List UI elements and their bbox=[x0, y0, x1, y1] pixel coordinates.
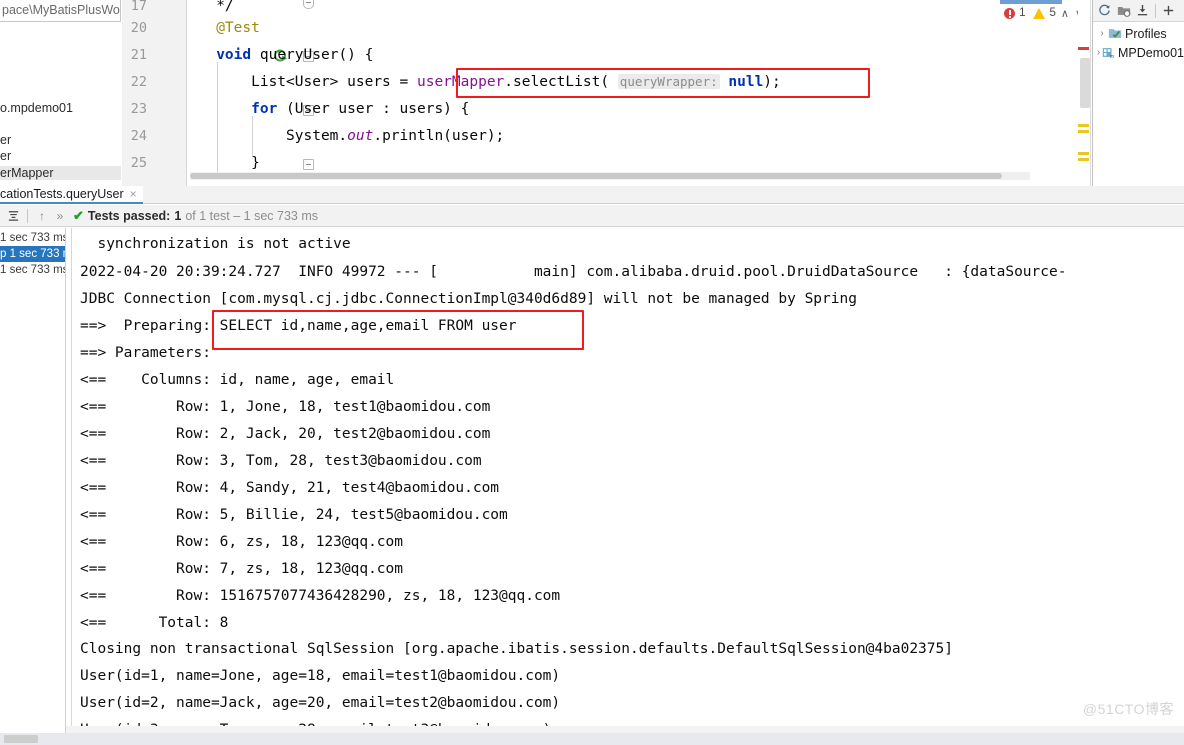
profiles-icon bbox=[1108, 27, 1122, 40]
test-tree-row[interactable]: 1 sec 733 ms bbox=[0, 262, 65, 278]
stripe-divider bbox=[1090, 0, 1091, 186]
refresh-icon[interactable] bbox=[1096, 2, 1113, 19]
console-line: <== Row: 2, Jack, 20, test2@baomidou.com bbox=[80, 426, 491, 442]
console-line: <== Row: 6, zs, 18, 123@qq.com bbox=[80, 534, 404, 550]
gutter-divider bbox=[186, 0, 187, 186]
status-bar bbox=[0, 733, 1184, 745]
code-line: @Test bbox=[216, 20, 260, 36]
project-tree-strip[interactable]: pace\MyBatisPlusWorkspa o.mpdemo01 er er er… bbox=[0, 0, 122, 186]
code-line: } bbox=[190, 155, 260, 171]
scrollbar-thumb[interactable] bbox=[190, 173, 1002, 179]
code-line: for (User user : users) { bbox=[251, 101, 470, 117]
console-horizontal-scrollbar[interactable] bbox=[66, 726, 1184, 733]
stripe-warning-mark[interactable] bbox=[1078, 158, 1089, 161]
test-tree-row[interactable]: p 1 sec 733 ms bbox=[0, 246, 65, 262]
test-status-detail: of 1 test – 1 sec 733 ms bbox=[185, 208, 319, 223]
console-line: 2022-04-20 20:39:24.727 INFO 49972 --- [… bbox=[80, 264, 1067, 280]
console-line: <== Row: 1516757077436428290, zs, 18, 12… bbox=[80, 588, 561, 604]
toolbar-divider bbox=[1155, 3, 1156, 18]
test-tree-row[interactable]: 1 sec 733 ms bbox=[0, 230, 65, 246]
maven-tree-label: MPDemo01 bbox=[1118, 45, 1184, 60]
project-path-tooltip: pace\MyBatisPlusWorkspa bbox=[0, 0, 121, 22]
test-status: ✔ Tests passed: 1 of 1 test – 1 sec 733 … bbox=[73, 208, 318, 224]
stripe-error-mark[interactable] bbox=[1078, 47, 1089, 50]
console-line: User(id=1, name=Jone, age=18, email=test… bbox=[80, 668, 561, 684]
code-line: */ bbox=[216, 0, 234, 14]
stripe-warning-mark[interactable] bbox=[1078, 130, 1089, 133]
line-number: 23 bbox=[130, 101, 147, 117]
warning-icon bbox=[1033, 7, 1046, 19]
add-icon[interactable] bbox=[1160, 2, 1177, 19]
svg-text:m: m bbox=[1110, 54, 1115, 59]
test-status-label: Tests passed: bbox=[87, 208, 171, 223]
test-results-tree[interactable]: 1 sec 733 msp 1 sec 733 ms1 sec 733 ms bbox=[0, 228, 66, 745]
console-line: <== Row: 4, Sandy, 21, test4@baomidou.co… bbox=[80, 480, 500, 496]
console-line: <== Row: 7, zs, 18, 123@qq.com bbox=[80, 561, 404, 577]
console-line: User(id=2, name=Jack, age=20, email=test… bbox=[80, 695, 561, 711]
console-line: Closing non transactional SqlSession [or… bbox=[80, 641, 953, 657]
more-options-icon[interactable]: » bbox=[51, 207, 69, 225]
maven-module-icon: m bbox=[1101, 46, 1115, 59]
maven-tool-window: › Profiles › m MPDemo01 bbox=[1092, 0, 1184, 186]
code-line: System.out.println(user); bbox=[190, 128, 505, 144]
project-tree-item[interactable]: er bbox=[0, 149, 121, 163]
console-output[interactable]: synchronization is not active 2022-04-20 … bbox=[66, 228, 1184, 733]
project-tree-item[interactable]: o.mpdemo01 bbox=[0, 101, 121, 115]
console-left-rule bbox=[71, 228, 72, 733]
line-number: 25 bbox=[130, 155, 147, 171]
run-tab-bar: cationTests.queryUser × bbox=[0, 186, 1184, 204]
toolbar-divider bbox=[27, 208, 28, 223]
line-number: 17 bbox=[130, 0, 147, 14]
stripe-warning-mark[interactable] bbox=[1078, 124, 1089, 127]
console-line: ==> Preparing: SELECT id,name,age,email … bbox=[80, 318, 517, 334]
code-line: List<User> users = userMapper.selectList… bbox=[190, 74, 781, 90]
prev-problem-icon[interactable]: ∧ bbox=[1060, 7, 1070, 20]
folder-sync-icon[interactable] bbox=[1115, 2, 1132, 19]
line-number: 21 bbox=[130, 47, 147, 63]
maven-tree-node[interactable]: › m MPDemo01 bbox=[1093, 43, 1184, 62]
status-bar-chip bbox=[4, 735, 38, 743]
error-count: 1 bbox=[1019, 7, 1026, 19]
ide-window: pace\MyBatisPlusWorkspa o.mpdemo01 er er er… bbox=[0, 0, 1184, 745]
maven-toolbar bbox=[1093, 0, 1184, 22]
console-line: <== Row: 5, Billie, 24, test5@baomidou.c… bbox=[80, 507, 508, 523]
console-line: JDBC Connection [com.mysql.cj.jdbc.Conne… bbox=[80, 291, 857, 307]
maven-project-tree[interactable]: › Profiles › m MPDemo01 bbox=[1093, 24, 1184, 62]
editor-gutter[interactable]: 17 20 21 22 23 24 25 bbox=[122, 0, 314, 186]
line-number: 24 bbox=[130, 128, 147, 144]
scroll-up-icon[interactable]: ↑ bbox=[33, 207, 51, 225]
console-line: ==> Parameters: bbox=[80, 345, 211, 361]
project-tree-item[interactable]: erMapper bbox=[0, 166, 121, 180]
console-line: <== Columns: id, name, age, email bbox=[80, 372, 395, 388]
stripe-warning-mark[interactable] bbox=[1078, 152, 1089, 155]
project-tree-item[interactable]: er bbox=[0, 133, 121, 147]
close-icon[interactable]: × bbox=[130, 187, 137, 201]
console-line: <== Total: 8 bbox=[80, 615, 229, 631]
line-number: 22 bbox=[130, 74, 147, 90]
test-status-count: 1 bbox=[174, 208, 182, 223]
console-line: <== Row: 3, Tom, 28, test3@baomidou.com bbox=[80, 453, 482, 469]
chevron-right-icon[interactable]: › bbox=[1096, 28, 1108, 39]
editor-region: pace\MyBatisPlusWorkspa o.mpdemo01 er er er… bbox=[0, 0, 1184, 186]
inspection-widget[interactable]: 1 5 ∧ ∨ bbox=[1004, 4, 1084, 22]
test-tab-label: cationTests.queryUser bbox=[0, 187, 124, 201]
maven-tree-node[interactable]: › Profiles bbox=[1093, 24, 1184, 43]
console-line: synchronization is not active bbox=[80, 236, 351, 252]
download-icon[interactable] bbox=[1134, 2, 1151, 19]
error-icon bbox=[1004, 7, 1016, 19]
maven-tree-label: Profiles bbox=[1125, 26, 1167, 41]
test-runner-toolbar: ↑ » ✔ Tests passed: 1 of 1 test – 1 sec … bbox=[0, 205, 1184, 227]
code-line: void queryUser() { bbox=[216, 47, 374, 63]
console-line: <== Row: 1, Jone, 18, test1@baomidou.com bbox=[80, 399, 491, 415]
editor-horizontal-scrollbar[interactable] bbox=[190, 172, 1030, 180]
warning-count: 5 bbox=[1049, 7, 1056, 19]
check-icon: ✔ bbox=[73, 207, 84, 223]
watermark: @51CTO博客 bbox=[1082, 701, 1174, 717]
collapse-all-icon[interactable] bbox=[4, 207, 22, 225]
line-number: 20 bbox=[130, 20, 147, 36]
error-stripe-column[interactable] bbox=[1078, 0, 1091, 186]
stripe-scroll-thumb[interactable] bbox=[1080, 58, 1090, 108]
test-tab[interactable]: cationTests.queryUser × bbox=[0, 186, 143, 204]
code-editor[interactable]: */ @Test void queryUser() { List<User> u… bbox=[190, 0, 1184, 186]
